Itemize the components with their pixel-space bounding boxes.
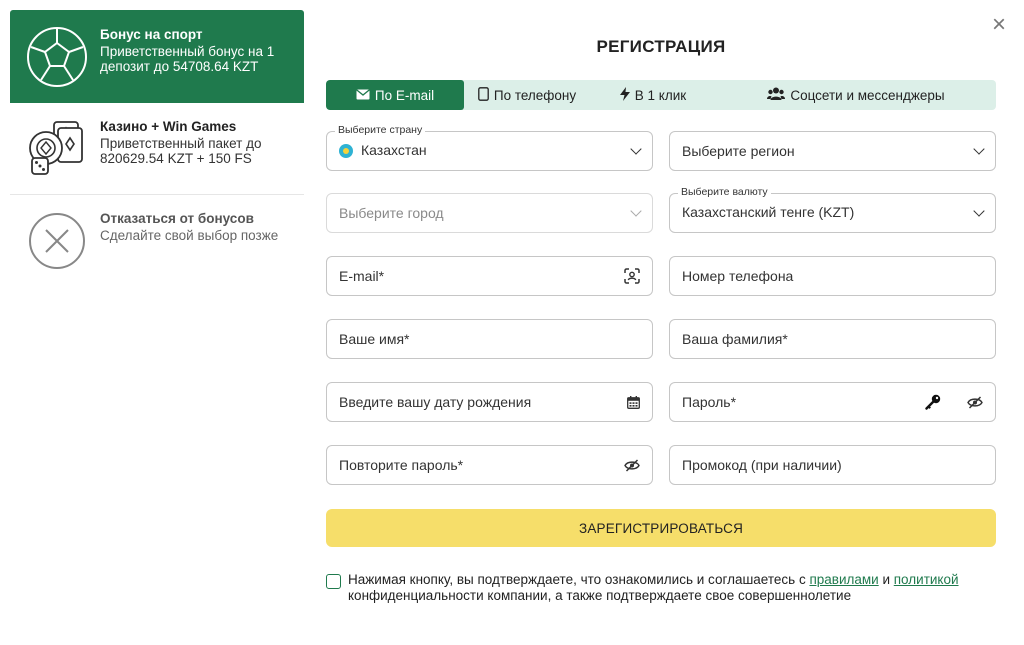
tab-label: По E-mail [374,87,435,103]
chevron-down-icon [630,143,642,155]
email-field[interactable]: E-mail* [326,256,653,296]
country-legend: Выберите страну [335,124,426,136]
repeat-password-placeholder: Повторите пароль* [339,457,464,473]
promo-placeholder: Промокод (при наличии) [682,457,842,473]
password-placeholder: Пароль* [682,394,737,410]
tab-label: В 1 клик [634,87,687,103]
currency-select[interactable]: Выберите валюту Казахстанский тенге (KZT… [669,186,996,233]
repeat-password-field[interactable]: Повторите пароль* [326,445,653,485]
bonus-desc: Сделайте свой выбор позже [100,228,279,243]
country-select[interactable]: Выберите страну Казахстан [326,124,653,171]
tab-one-click[interactable]: В 1 клик [590,80,716,110]
phone-field[interactable]: Номер телефона [669,256,996,296]
phone-icon [478,86,489,104]
key-icon[interactable] [925,394,941,410]
agree-checkbox[interactable] [326,574,341,589]
agreement-text: Нажимая кнопку, вы подтверждаете, что оз… [348,572,1006,604]
bonus-desc: Приветственный пакет до 820629.54 KZT + … [100,136,262,166]
bonus-title: Бонус на спорт [100,27,203,42]
tab-label: По телефону [493,87,577,103]
last-name-placeholder: Ваша фамилия* [682,331,788,347]
rules-link[interactable]: правилами [809,572,878,587]
birthdate-placeholder: Введите вашу дату рождения [339,394,532,410]
kazakhstan-flag-icon [339,144,353,158]
calendar-icon[interactable] [627,395,640,409]
phone-placeholder: Номер телефона [682,268,794,284]
people-icon [767,87,786,103]
bonus-title: Казино + Win Games [100,119,237,134]
currency-value: Казахстанский тенге (KZT) [682,204,855,220]
tab-social[interactable]: Соцсети и мессенджеры [716,80,996,110]
agree-text-part: Нажимая кнопку, вы подтверждаете, что оз… [348,572,810,587]
decline-x-icon [22,211,92,271]
last-name-field[interactable]: Ваша фамилия* [669,319,996,359]
tab-label: Соцсети и мессенджеры [790,87,945,103]
envelope-icon [355,88,370,103]
casino-chips-cards-icon [22,119,92,179]
promo-code-field[interactable]: Промокод (при наличии) [669,445,996,485]
region-select[interactable]: Выберите регион [669,131,996,171]
chevron-down-icon [973,143,985,155]
bonus-title: Отказаться от бонусов [100,211,254,226]
page-title: РЕГИСТРАЦИЯ [596,37,726,56]
agreement: Нажимая кнопку, вы подтверждаете, что оз… [326,572,1006,604]
first-name-placeholder: Ваше имя* [339,331,410,347]
city-placeholder: Выберите город [339,205,444,221]
city-select[interactable]: Выберите город [326,193,653,233]
registration-tabs: По E-mail По телефону В 1 клик Соцсети и… [326,80,996,110]
face-scan-icon[interactable] [624,268,640,284]
close-icon[interactable]: × [988,13,1010,37]
chevron-down-icon [630,205,642,217]
soccer-ball-icon [22,27,92,87]
register-button[interactable]: ЗАРЕГИСТРИРОВАТЬСЯ [326,509,996,547]
first-name-field[interactable]: Ваше имя* [326,319,653,359]
eye-slash-icon[interactable] [624,458,640,472]
bonus-item-casino[interactable]: Казино + Win Games Приветственный пакет … [10,103,304,195]
eye-slash-icon[interactable] [967,395,983,409]
lightning-icon [619,86,630,104]
email-placeholder: E-mail* [339,268,385,284]
agree-text-part: конфиденциальности компании, а также под… [348,588,852,603]
country-value: Казахстан [361,142,427,158]
tab-phone[interactable]: По телефону [464,80,590,110]
bonus-item-sport[interactable]: Бонус на спорт Приветственный бонус на 1… [10,10,304,103]
policy-link[interactable]: политикой [894,572,959,587]
bonus-panel: Бонус на спорт Приветственный бонус на 1… [10,10,304,290]
birthdate-field[interactable]: Введите вашу дату рождения [326,382,653,422]
currency-legend: Выберите валюту [678,186,771,198]
tab-email[interactable]: По E-mail [326,80,464,110]
region-placeholder: Выберите регион [682,143,795,159]
password-field[interactable]: Пароль* [669,382,996,422]
agree-text-part: и [878,572,894,587]
bonus-item-decline[interactable]: Отказаться от бонусов Сделайте свой выбо… [10,195,304,290]
chevron-down-icon [973,205,985,217]
bonus-desc: Приветственный бонус на 1 депозит до 547… [100,44,275,74]
